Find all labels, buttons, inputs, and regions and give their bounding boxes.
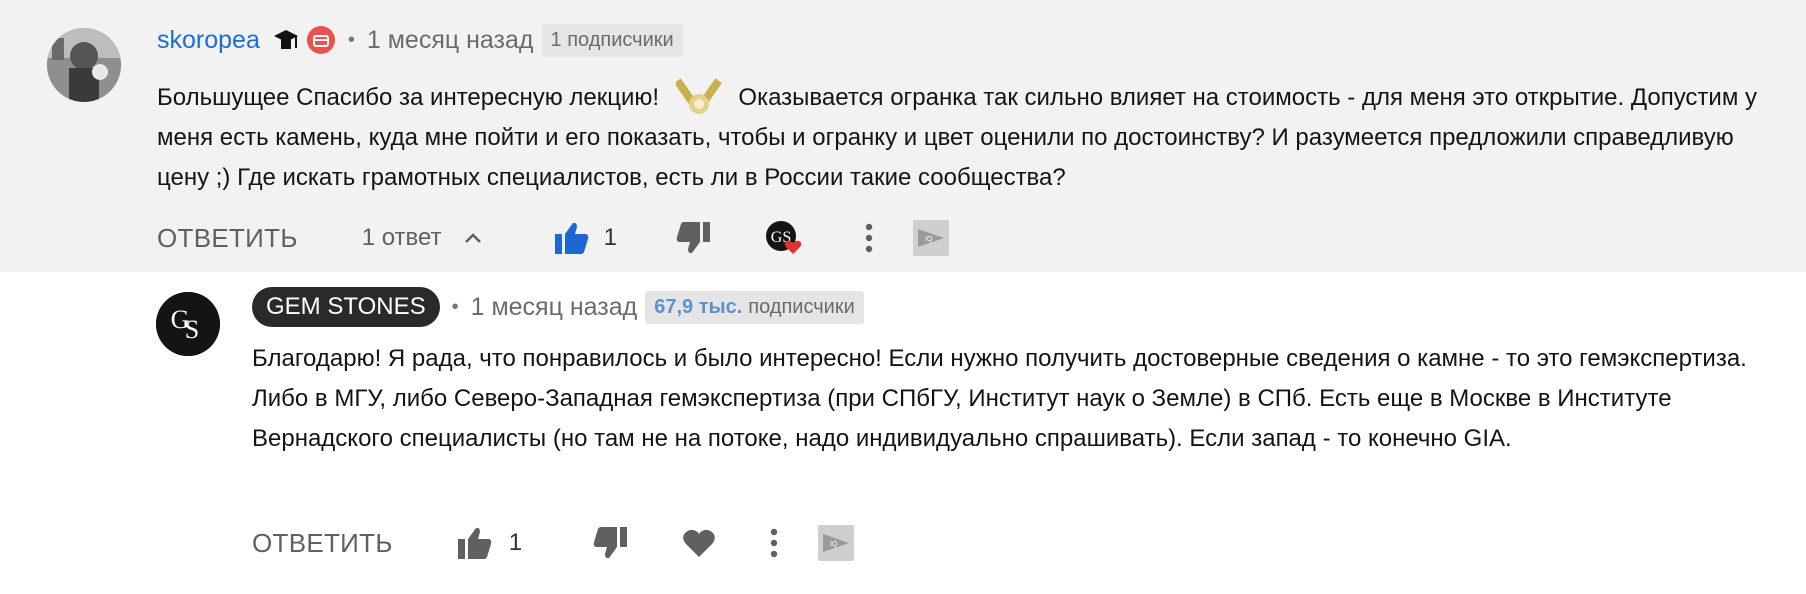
svg-text:IQ: IQ [830,541,838,548]
reply-header: GEM STONES • 1 месяц назад 67,9 тыс. подп… [252,287,864,327]
reply-button[interactable]: ОТВЕТИТЬ [157,223,298,254]
comment-author[interactable]: skoropea [157,26,260,55]
reply-actions: ОТВЕТИТЬ 1 IQ [252,521,855,565]
channel-owner-name[interactable]: GEM STONES [252,287,440,327]
commenter-avatar-image [47,28,121,102]
graduation-cap-icon [272,26,300,54]
svg-text:S: S [185,315,199,344]
comment-thread: skoropea • 1 месяц назад 1 подписчики Бо… [0,0,1806,272]
thumbs-up-icon[interactable] [554,221,590,255]
comment-text: Большущее Спасибо за интересную лекцию! … [157,72,1777,198]
subscribers-badge: 1 подписчики [541,23,683,57]
reply-button[interactable]: ОТВЕТИТЬ [252,528,393,559]
like-count: 1 [603,224,617,251]
comment-time[interactable]: 1 месяц назад [367,26,534,55]
ring-emoji-icon [673,72,722,118]
chevron-up-icon[interactable] [462,227,484,249]
iq-extension-icon[interactable]: IQ [818,525,855,561]
comment-text-part1: Большущее Спасибо за интересную лекцию! [157,84,660,111]
subscribers-word: подписчики [748,295,855,318]
like-count: 1 [508,529,523,556]
pink-badge-icon [306,25,336,55]
comment-actions: ОТВЕТИТЬ 1 ответ 1 GS IQ [157,216,949,260]
gs-logo-icon: G S [156,292,220,356]
comment-header: skoropea • 1 месяц назад 1 подписчики [157,20,683,60]
separator-dot: • [451,295,459,318]
subscribers-count: 67,9 тыс. [654,295,743,318]
reply-time[interactable]: 1 месяц назад [471,293,638,322]
commenter-avatar[interactable] [47,28,121,102]
more-vert-icon[interactable] [770,528,778,558]
reply-text: Благодарю! Я рада, что понравилось и был… [252,345,1747,452]
svg-text:IQ: IQ [925,236,933,243]
heart-icon[interactable] [682,528,716,558]
thumbs-up-icon[interactable] [457,526,493,560]
separator-dot: • [347,28,355,51]
channel-avatar[interactable]: G S [156,292,220,356]
replies-toggle[interactable]: 1 ответ [362,224,442,252]
more-vert-icon[interactable] [865,223,873,253]
iq-extension-icon[interactable]: IQ [912,220,949,256]
creator-heart-icon: GS [765,220,803,256]
thumbs-down-icon[interactable] [675,221,711,255]
thumbs-down-icon[interactable] [592,526,628,560]
reply-comment: G S GEM STONES • 1 месяц назад 67,9 тыс.… [0,272,1806,594]
subscribers-badge: 67,9 тыс. подписчики [645,290,864,324]
